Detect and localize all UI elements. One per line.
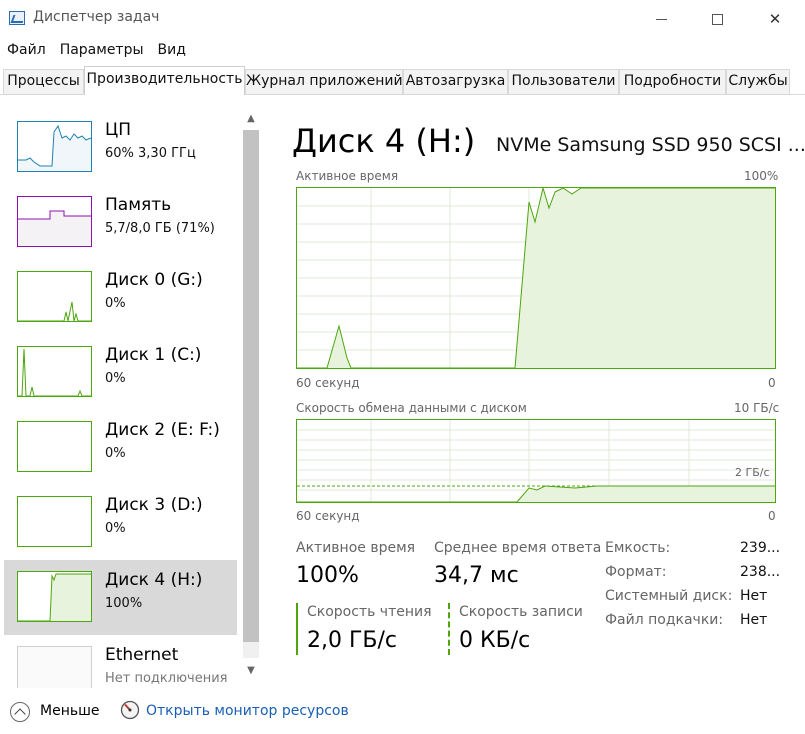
transfer-chart-min: 0: [768, 509, 776, 523]
response-time-value: 34,7 мс: [434, 563, 519, 588]
system-disk-label: Системный диск:: [605, 588, 733, 604]
tab-startup[interactable]: Автозагрузка: [403, 69, 508, 94]
tab-processes[interactable]: Процессы: [3, 69, 84, 94]
menu-view[interactable]: Вид: [151, 40, 193, 62]
sidebar-item-detail: Нет подключения: [105, 671, 228, 686]
maximize-button[interactable]: [694, 0, 740, 38]
ethernet-thumbnail-graph: [17, 646, 92, 688]
tab-details[interactable]: Подробности: [619, 69, 726, 94]
disk-0-thumbnail-graph: [17, 271, 92, 322]
close-icon: ✕: [768, 10, 782, 28]
active-time-value: 100%: [296, 563, 359, 588]
tab-users[interactable]: Пользователи: [508, 69, 619, 94]
minimize-icon: [655, 18, 667, 20]
sidebar-item-disk-3[interactable]: Диск 3 (D:) 0%: [4, 485, 237, 560]
sidebar-item-disk-4[interactable]: Диск 4 (H:) 100%: [4, 560, 237, 635]
read-speed-label: Скорость чтения: [307, 604, 432, 620]
write-speed-label: Скорость записи: [459, 604, 583, 620]
sidebar-item-name: Диск 4 (H:): [105, 570, 203, 590]
active-time-chart-max: 100%: [744, 169, 779, 183]
page-file-label: Файл подкачки:: [605, 612, 724, 628]
sidebar-scrollbar[interactable]: ▲ ▼: [241, 110, 261, 680]
transfer-rate-chart: 2 ГБ/с: [296, 419, 776, 503]
disk-1-thumbnail-graph: [17, 346, 92, 397]
maximize-icon: [711, 13, 723, 25]
active-time-chart-x-label: 60 секунд: [296, 376, 360, 390]
transfer-chart-x-label: 60 секунд: [296, 509, 360, 523]
menu-bar: Файл Параметры Вид: [0, 40, 193, 62]
sidebar-item-name: Диск 0 (G:): [105, 270, 203, 290]
capacity-value: 239...: [740, 540, 781, 556]
sidebar-item-detail: 0%: [105, 521, 126, 536]
scroll-up-arrow-icon[interactable]: ▲: [241, 110, 261, 128]
scroll-thumb[interactable]: [243, 130, 259, 642]
sidebar-item-detail: 5,7/8,0 ГБ (71%): [105, 221, 215, 236]
sidebar-item-detail: 0%: [105, 296, 126, 311]
memory-thumbnail-graph: [17, 196, 92, 247]
format-value: 238...: [740, 564, 781, 580]
capacity-label: Емкость:: [605, 540, 671, 556]
transfer-chart-label: Скорость обмена данными с диском: [296, 401, 527, 415]
sidebar-item-name: Диск 1 (C:): [105, 345, 202, 365]
system-disk-value: Нет: [740, 588, 768, 604]
format-label: Формат:: [605, 564, 667, 580]
sidebar-item-name: ЦП: [105, 120, 131, 140]
sidebar-item-cpu[interactable]: ЦП 60% 3,30 ГГц: [4, 110, 237, 185]
tab-performance[interactable]: Производительность: [84, 66, 245, 95]
sidebar-item-name: Ethernet: [105, 645, 179, 665]
sidebar-item-name: Память: [105, 195, 172, 215]
sidebar-item-memory[interactable]: Память 5,7/8,0 ГБ (71%): [4, 185, 237, 260]
minimize-button[interactable]: [638, 0, 684, 38]
transfer-chart-max: 10 ГБ/с: [734, 401, 780, 415]
active-time-label: Активное время: [296, 540, 416, 556]
cpu-thumbnail-graph: [17, 121, 92, 172]
menu-options[interactable]: Параметры: [53, 40, 151, 62]
title-bar: Диспетчер задач ✕: [0, 0, 805, 38]
active-time-chart-min: 0: [768, 376, 776, 390]
transfer-chart-mid: 2 ГБ/с: [735, 466, 770, 479]
sidebar-item-detail: 60% 3,30 ГГц: [105, 146, 196, 161]
disk-3-thumbnail-graph: [17, 496, 92, 547]
read-speed-indicator: [296, 603, 298, 655]
page-file-value: Нет: [740, 612, 768, 628]
sidebar-item-disk-1[interactable]: Диск 1 (C:) 0%: [4, 335, 237, 410]
window-title: Диспетчер задач: [33, 9, 160, 25]
fewer-details-icon[interactable]: [10, 702, 30, 722]
disk-4-thumbnail-graph: [17, 571, 92, 622]
sidebar-item-disk-2[interactable]: Диск 2 (E: F:) 0%: [4, 410, 237, 485]
task-manager-icon: [9, 11, 25, 25]
write-speed-value: 0 КБ/с: [459, 628, 531, 653]
close-button[interactable]: ✕: [752, 0, 798, 38]
active-time-chart: [296, 186, 776, 369]
fewer-details-button[interactable]: Меньше: [40, 703, 100, 719]
sidebar-item-disk-0[interactable]: Диск 0 (G:) 0%: [4, 260, 237, 335]
page-title: Диск 4 (H:): [292, 122, 476, 160]
open-resource-monitor-link[interactable]: Открыть монитор ресурсов: [146, 703, 349, 719]
resource-sidebar: ЦП 60% 3,30 ГГц Память 5,7/8,0 ГБ (71%) …: [4, 110, 237, 688]
sidebar-item-name: Диск 2 (E: F:): [105, 420, 220, 440]
read-speed-value: 2,0 ГБ/с: [307, 628, 397, 653]
footer-bar: Меньше Открыть монитор ресурсов: [0, 696, 805, 730]
sidebar-item-ethernet[interactable]: Ethernet Нет подключения: [4, 635, 237, 688]
tab-app-history[interactable]: Журнал приложений: [245, 69, 403, 94]
menu-file[interactable]: Файл: [0, 40, 53, 62]
tab-services[interactable]: Службы: [726, 69, 790, 94]
scroll-down-arrow-icon[interactable]: ▼: [241, 662, 261, 680]
write-speed-indicator: [448, 603, 450, 655]
sidebar-item-name: Диск 3 (D:): [105, 495, 203, 515]
sidebar-item-detail: 100%: [105, 596, 143, 611]
resource-monitor-icon: [120, 700, 140, 720]
active-time-chart-label: Активное время: [296, 169, 399, 183]
disk-2-thumbnail-graph: [17, 421, 92, 472]
disk-model: NVMe Samsung SSD 950 SCSI ...: [496, 134, 805, 156]
sidebar-item-detail: 0%: [105, 371, 126, 386]
tab-bar: Процессы Производительность Журнал прило…: [0, 66, 805, 95]
response-time-label: Среднее время ответа: [434, 540, 602, 556]
sidebar-item-detail: 0%: [105, 446, 126, 461]
